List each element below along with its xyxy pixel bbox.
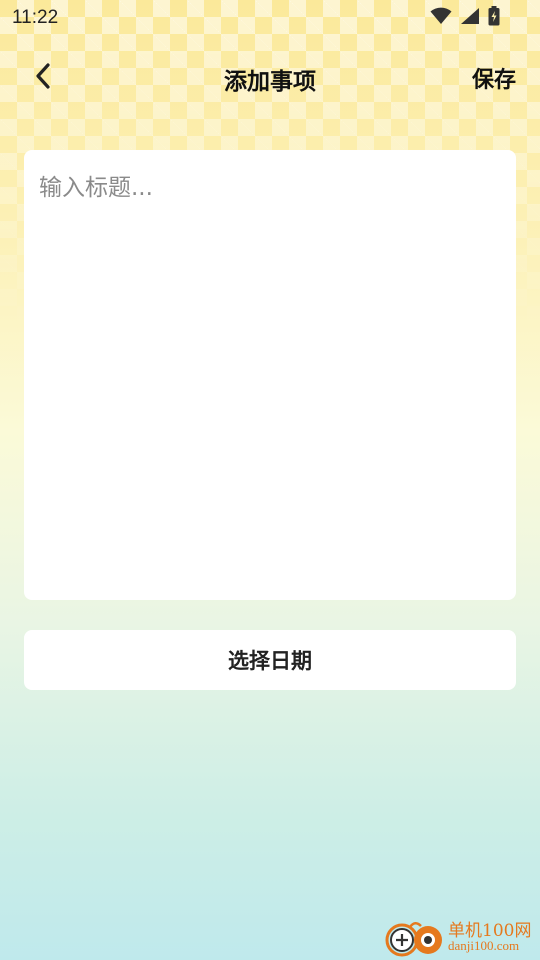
app-bar: 添加事项 保存 <box>0 50 540 106</box>
watermark-url: danji100.com <box>448 938 520 953</box>
page-title: 添加事项 <box>224 69 316 95</box>
battery-charging-icon <box>488 6 500 30</box>
status-bar: 11:22 <box>0 0 540 36</box>
select-date-button[interactable]: 选择日期 <box>24 630 516 690</box>
save-button[interactable]: 保存 <box>472 62 516 94</box>
title-input[interactable] <box>24 150 516 600</box>
status-time: 11:22 <box>12 7 59 28</box>
watermark: 单机100网 danji100.com <box>384 914 534 958</box>
cell-signal-icon <box>460 7 480 29</box>
status-icons <box>430 6 500 30</box>
editor-card <box>24 150 516 600</box>
watermark-logo-icon <box>384 918 446 958</box>
wifi-icon <box>430 7 452 29</box>
